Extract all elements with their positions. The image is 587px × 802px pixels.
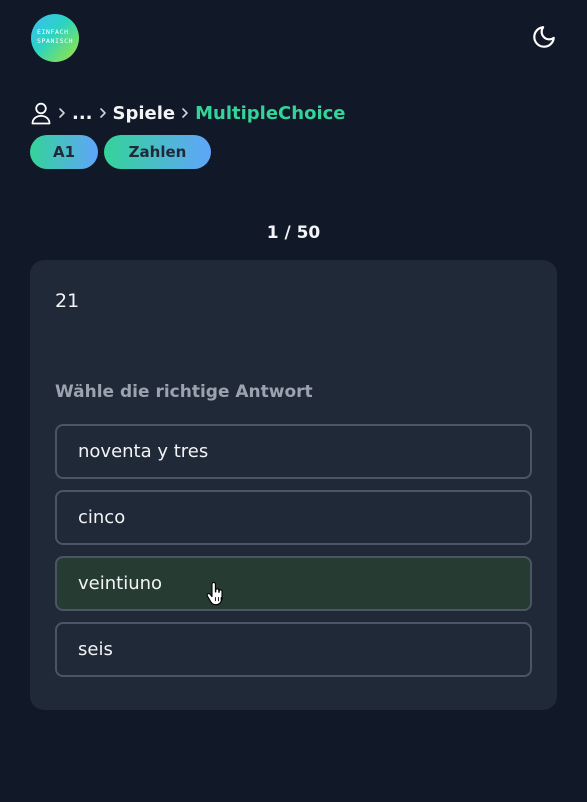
user-icon[interactable] xyxy=(30,101,52,125)
breadcrumb-current: MultipleChoice xyxy=(195,102,346,124)
breadcrumb-ellipsis[interactable]: ... xyxy=(72,103,93,124)
moon-icon xyxy=(533,26,555,48)
chevron-right-icon xyxy=(52,101,72,125)
question-text: 21 xyxy=(55,290,80,312)
answer-option-label: cinco xyxy=(78,507,126,528)
answer-option[interactable]: cinco xyxy=(55,490,532,545)
hand-pointer-icon xyxy=(206,582,223,606)
chevron-right-icon xyxy=(93,101,113,125)
topic-tag[interactable]: Zahlen xyxy=(104,135,211,169)
app-logo[interactable]: EINFACH SPANISCH xyxy=(31,14,79,62)
answer-option-hovered[interactable]: veintiuno xyxy=(55,556,532,611)
answer-option[interactable]: noventa y tres xyxy=(55,424,532,479)
quiz-card: 21 Wähle die richtige Antwort noventa y … xyxy=(30,260,557,710)
answer-option-label: noventa y tres xyxy=(78,441,209,462)
progress-counter: 1 / 50 xyxy=(266,223,321,243)
answer-options: noventa y tres cinco veintiuno seis xyxy=(55,424,532,677)
level-tag[interactable]: A1 xyxy=(30,135,98,169)
instruction-text: Wähle die richtige Antwort xyxy=(55,382,313,402)
logo-text: EINFACH SPANISCH xyxy=(37,28,74,45)
answer-option-label: veintiuno xyxy=(78,573,163,594)
theme-toggle-button[interactable] xyxy=(527,20,561,54)
tag-list: A1 Zahlen xyxy=(30,135,557,169)
answer-option[interactable]: seis xyxy=(55,622,532,677)
breadcrumb: ... Spiele MultipleChoice xyxy=(30,100,557,126)
top-bar: EINFACH SPANISCH xyxy=(30,0,557,74)
breadcrumb-spiele[interactable]: Spiele xyxy=(113,103,176,124)
chevron-right-icon xyxy=(175,101,195,125)
page: EINFACH SPANISCH ... Spiele MultipleChoi… xyxy=(0,0,587,802)
answer-option-label: seis xyxy=(78,639,113,660)
